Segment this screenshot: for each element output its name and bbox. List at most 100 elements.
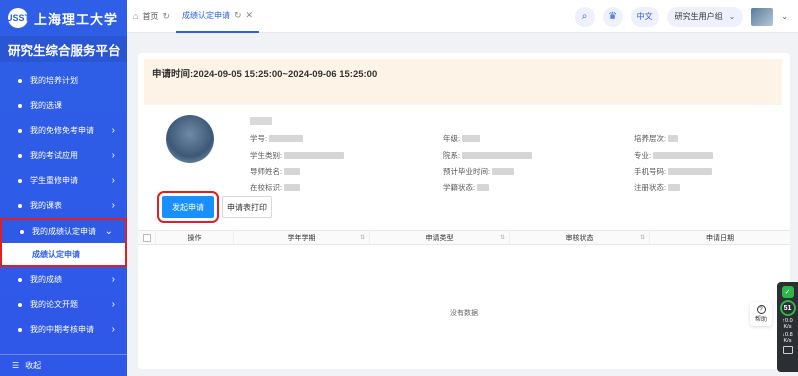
start-application-button[interactable]: 发起申请 bbox=[157, 191, 219, 223]
tab-label: 首页 bbox=[142, 11, 159, 21]
network-meter-widget[interactable]: ✓ 51 ↑0.0 K/s ↓0.8 K/s bbox=[777, 282, 798, 372]
redacted-value bbox=[462, 152, 533, 159]
sidebar-item-exemption[interactable]: 我的免修免考申请 › bbox=[0, 118, 127, 143]
search-icon: ⌕ bbox=[581, 11, 588, 22]
info-label: 导师姓名: bbox=[250, 167, 283, 176]
column-header-type[interactable]: 申请类型 ⇅ bbox=[370, 231, 510, 244]
info-enrolled: 在校标识: bbox=[250, 182, 301, 193]
window-icon bbox=[782, 346, 793, 354]
sort-icon[interactable]: ⇅ bbox=[640, 234, 645, 241]
platform-title: 研究生综合服务平台 bbox=[0, 36, 127, 62]
select-all-checkbox[interactable] bbox=[142, 233, 151, 242]
avatar[interactable] bbox=[751, 7, 774, 26]
redacted-value bbox=[284, 152, 345, 159]
bullet-icon bbox=[18, 277, 22, 282]
refresh-icon[interactable]: ↻ bbox=[162, 11, 170, 22]
sort-icon[interactable]: ⇅ bbox=[500, 234, 505, 241]
sidebar-item-course-selection[interactable]: 我的选课 bbox=[0, 93, 127, 118]
sidebar-item-training-plan[interactable]: 我的培养计划 bbox=[0, 68, 127, 93]
theme-button[interactable]: ♛ bbox=[602, 6, 623, 27]
collapse-sidebar-button[interactable]: ☰ 收起 bbox=[0, 354, 127, 376]
sidebar-item-exams[interactable]: 我的考试应用 › bbox=[0, 143, 127, 168]
column-header-review-status[interactable]: 审核状态 ⇅ bbox=[510, 231, 650, 244]
bullet-icon bbox=[18, 203, 22, 208]
info-label: 院系: bbox=[443, 151, 461, 160]
sort-icon[interactable]: ⇅ bbox=[360, 234, 365, 241]
chevron-right-icon: › bbox=[111, 274, 115, 285]
info-label: 注册状态: bbox=[634, 183, 667, 192]
chevron-right-icon: › bbox=[111, 299, 115, 310]
chevron-right-icon: › bbox=[111, 125, 115, 136]
info-advisor: 导师姓名: bbox=[250, 166, 301, 177]
column-header-date[interactable]: 申请日期 bbox=[650, 231, 790, 244]
info-category: 学生类别: bbox=[250, 150, 345, 161]
info-phone: 手机号码: bbox=[634, 166, 713, 177]
sidebar-item-thesis-proposal[interactable]: 我的论文开题 › bbox=[0, 292, 127, 317]
chevron-right-icon: › bbox=[111, 200, 115, 211]
sidebar-item-grades[interactable]: 我的成绩 › bbox=[0, 267, 127, 292]
tab-home[interactable]: ⌂ 首页 ↻ bbox=[127, 0, 176, 33]
sidebar-item-label: 我的培养计划 bbox=[30, 76, 78, 85]
sidebar-item-grade-recognition[interactable]: 我的成绩认定申请 ⌄ bbox=[0, 218, 127, 243]
language-switch[interactable]: 中文 bbox=[630, 6, 659, 27]
sidebar-item-midterm[interactable]: 我的中期考核申请 › bbox=[0, 317, 127, 342]
sidebar-item-label: 我的课表 bbox=[30, 201, 62, 210]
bullet-icon bbox=[18, 178, 22, 183]
redacted-value bbox=[492, 168, 515, 175]
print-application-button[interactable]: 申请表打印 bbox=[222, 196, 272, 218]
column-label: 申请日期 bbox=[706, 234, 734, 242]
info-label: 手机号码: bbox=[634, 167, 667, 176]
role-select[interactable]: 研究生用户组 ⌄ bbox=[666, 6, 744, 27]
sidebar-item-timetable[interactable]: 我的课表 › bbox=[0, 193, 127, 218]
column-header-term[interactable]: 学年学期 ⇅ bbox=[234, 231, 370, 244]
sidebar-subitem-grade-recognition-apply[interactable]: 成绩认定申请 bbox=[0, 243, 127, 267]
search-button[interactable]: ⌕ bbox=[574, 6, 595, 27]
info-registration: 注册状态: bbox=[634, 182, 681, 193]
info-department: 院系: bbox=[443, 150, 533, 161]
info-graduation: 预计毕业时间: bbox=[443, 166, 515, 177]
bullet-icon bbox=[18, 78, 22, 83]
collapse-label: 收起 bbox=[25, 361, 42, 370]
empty-table-message: 没有数据 bbox=[450, 310, 478, 317]
bullet-icon bbox=[18, 103, 22, 108]
redacted-value bbox=[462, 135, 481, 142]
top-bar: ⌂ 首页 ↻ 成绩认定申请 ↻ ✕ ⌕ ♛ 中文 研究生用户组 ⌄ ⌄ bbox=[127, 0, 798, 33]
chevron-right-icon: › bbox=[111, 324, 115, 335]
select-all-cell bbox=[138, 231, 156, 244]
info-major: 专业: bbox=[634, 150, 714, 161]
info-grade: 年级: bbox=[443, 133, 481, 144]
chevron-down-icon[interactable]: ⌄ bbox=[781, 12, 788, 21]
column-header-actions: 操作 bbox=[156, 231, 234, 244]
info-student-id: 学号: bbox=[250, 133, 304, 144]
redacted-value bbox=[284, 168, 301, 175]
application-period-banner: 申请时间:2024-09-05 15:25:00~2024-09-06 15:2… bbox=[144, 59, 782, 105]
column-label: 操作 bbox=[187, 234, 202, 242]
info-label: 学籍状态: bbox=[443, 183, 476, 192]
close-icon[interactable]: ✕ bbox=[246, 10, 254, 21]
main-panel: 申请时间:2024-09-05 15:25:00~2024-09-06 15:2… bbox=[138, 53, 790, 369]
info-label: 学号: bbox=[250, 134, 268, 143]
student-photo bbox=[166, 115, 214, 163]
redacted-value bbox=[269, 135, 304, 142]
help-label: 帮助 bbox=[754, 317, 767, 323]
sidebar-item-label: 我的中期考核申请 bbox=[30, 325, 94, 334]
sidebar-nav: 我的培养计划 我的选课 我的免修免考申请 › 我的考试应用 › 学生重修申请 › 我的… bbox=[0, 68, 127, 342]
help-button[interactable]: ? 帮助 bbox=[750, 302, 772, 326]
question-icon: ? bbox=[756, 305, 766, 314]
meter-score: 51 bbox=[779, 300, 796, 316]
refresh-icon[interactable]: ↻ bbox=[234, 10, 242, 21]
redacted-value bbox=[653, 152, 714, 159]
upload-speed-unit: K/s bbox=[783, 324, 792, 330]
info-label: 在校标识: bbox=[250, 183, 283, 192]
role-label: 研究生用户组 bbox=[674, 12, 723, 21]
tab-grade-recognition[interactable]: 成绩认定申请 ↻ ✕ bbox=[175, 0, 260, 33]
sidebar-item-label: 我的成绩 bbox=[30, 275, 62, 284]
sidebar-item-label: 我的论文开题 bbox=[30, 300, 78, 309]
sidebar-item-retake[interactable]: 学生重修申请 › bbox=[0, 168, 127, 193]
download-speed: ↓0.8 K/s bbox=[782, 332, 793, 344]
column-label: 审核状态 bbox=[565, 234, 594, 242]
university-logo[interactable]: USST 上海理工大学 bbox=[0, 0, 127, 36]
redacted-value bbox=[284, 184, 301, 191]
download-speed-unit: K/s bbox=[783, 338, 792, 344]
table-header: 操作 学年学期 ⇅ 申请类型 ⇅ 审核状态 ⇅ 申请日期 bbox=[138, 230, 790, 245]
